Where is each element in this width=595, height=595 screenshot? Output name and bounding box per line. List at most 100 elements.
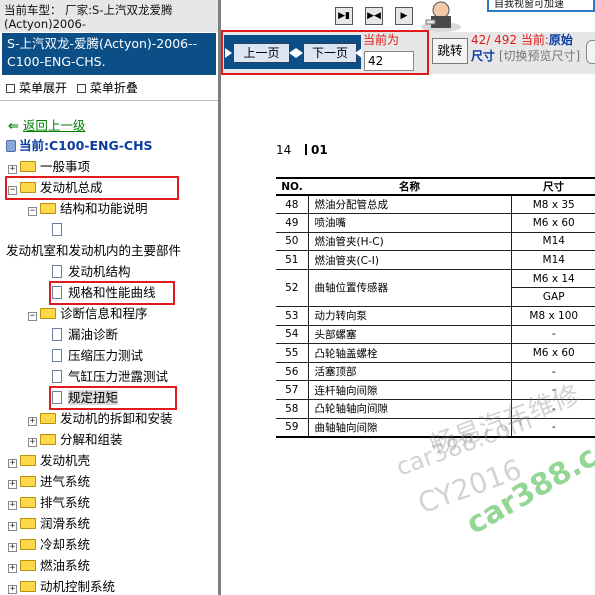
cell-size: M6 x 60: [511, 343, 595, 363]
switch-preview-size-link[interactable]: [切换预览尺寸]: [499, 49, 580, 63]
cell-no: 59: [276, 418, 309, 438]
table-row: 58 凸轮轴轴向间隙 -: [276, 399, 595, 419]
current-node-label: 当前:C100-ENG-CHS: [6, 138, 153, 154]
expand-toggle-icon[interactable]: +: [8, 480, 17, 489]
document-page: 14 01 NO. 名称 尺寸 48 燃油分配管总成 M8 x 35 49 喷油嘴 M6 …: [221, 80, 595, 595]
expand-toggle-icon[interactable]: +: [8, 543, 17, 552]
expand-toggle-icon[interactable]: +: [8, 165, 17, 174]
tree-node-label: 动机控制系统: [40, 579, 116, 594]
tree-node[interactable]: + 发动机的拆卸和安装: [28, 410, 173, 428]
tree-node[interactable]: − 诊断信息和程序: [28, 305, 148, 323]
collapse-menu-button[interactable]: 菜单折叠: [76, 81, 138, 95]
expand-toggle-icon[interactable]: +: [8, 585, 17, 594]
table-row: 57 连杆轴向间隙 -: [276, 380, 595, 401]
folder-icon: [40, 413, 56, 424]
back-link[interactable]: ⇐ 返回上一级: [8, 118, 85, 134]
tree-node[interactable]: + 燃油系统: [8, 557, 90, 575]
table-row: 48 燃油分配管总成 M8 x 35: [276, 195, 595, 215]
tree-node[interactable]: − 结构和功能说明: [28, 200, 148, 218]
column-header-no: NO.: [276, 177, 308, 196]
tree-node[interactable]: 发动机结构: [52, 263, 131, 281]
tree-node[interactable]: + 进气系统: [8, 473, 90, 491]
expand-toggle-icon[interactable]: +: [8, 522, 17, 531]
frame-expand-button[interactable]: ▶◀: [365, 7, 383, 25]
tree-node[interactable]: + 润滑系统: [8, 515, 90, 533]
collapse-toggle-icon[interactable]: −: [28, 312, 37, 321]
torque-spec-table: NO. 名称 尺寸 48 燃油分配管总成 M8 x 35 49 喷油嘴 M6 x 60 50…: [276, 177, 595, 438]
document-icon: [52, 328, 62, 341]
folder-icon: [20, 455, 36, 466]
cell-size: -: [511, 325, 595, 345]
tree-node[interactable]: + 冷却系统: [8, 536, 90, 554]
table-row: 52 曲轴位置传感器 M6 x 14: [276, 269, 595, 308]
highlight-box: [5, 176, 179, 200]
collapse-square-icon: [76, 84, 86, 93]
cell-size: -: [511, 380, 595, 401]
cell-name: 动力转向泵: [308, 306, 512, 326]
expand-square-icon: [6, 84, 15, 93]
model-title-box: S-上汽双龙-爱腾(Actyon)-2006--C100-ENG-CHS.: [2, 33, 216, 75]
tree-node[interactable]: + 发动机壳: [8, 452, 90, 470]
tree-node-label: 发动机的拆卸和安装: [60, 411, 173, 426]
folder-icon: [20, 161, 36, 172]
left-navigation-pane: 当前车型： 厂家:S-上汽双龙爱腾(Actyon)2006- S-上汽双龙-爱腾…: [0, 0, 218, 595]
table-row: 56 活塞顶部 -: [276, 362, 595, 382]
menu-toggle-row: 菜单展开 菜单折叠: [6, 80, 144, 96]
folder-icon: [40, 308, 56, 319]
side-button[interactable]: [586, 40, 595, 64]
expand-toggle-icon[interactable]: +: [8, 459, 17, 468]
database-icon: [6, 140, 16, 152]
original-size-link[interactable]: 原始: [549, 33, 573, 47]
cell-no: 50: [276, 232, 309, 252]
tree-node-label: 排气系统: [40, 495, 91, 510]
current-prefix: 当前:: [520, 33, 549, 47]
expand-toggle-icon[interactable]: +: [28, 438, 37, 447]
page-info: 42/ 492 当前:原始 尺寸 [切换预览尺寸]: [471, 32, 595, 76]
tree-node-label: 发动机室和发动机内的主要部件: [6, 243, 182, 258]
tree-node[interactable]: + 一般事项: [8, 158, 90, 176]
column-header-size: 尺寸: [511, 177, 595, 196]
tree-node[interactable]: 发动机室和发动机内的主要部件: [6, 242, 181, 260]
tree-node[interactable]: + 分解和组装: [28, 431, 123, 449]
cell-size: -: [511, 418, 595, 438]
table-row: 54 头部螺塞 -: [276, 325, 595, 345]
tree-node-label: 发动机壳: [40, 453, 91, 468]
cell-no: 54: [276, 325, 309, 345]
expand-toggle-icon[interactable]: +: [8, 501, 17, 510]
tree-node-label: 分解和组装: [60, 432, 123, 447]
highlight-box: [49, 386, 177, 410]
tree-node-label: 漏油诊断: [68, 327, 119, 342]
collapse-toggle-icon[interactable]: −: [28, 207, 37, 216]
table-row: 51 燃油管夹(C-I) M14: [276, 250, 595, 270]
document-viewer: ▶▮ ▶◀ ▶ 自我视窗可加速 上一页 下一页 当前为 跳转 42/ 492 当…: [221, 0, 595, 595]
tree-node[interactable]: 压缩压力测试: [52, 347, 143, 365]
document-icon: [52, 370, 62, 383]
tree-node[interactable]: + 动机控制系统: [8, 578, 115, 595]
tree-node[interactable]: + 排气系统: [8, 494, 90, 512]
highlight-box: [221, 30, 429, 75]
cell-size: M14: [511, 232, 595, 252]
frame-right-button[interactable]: ▶: [395, 7, 413, 25]
tree-node[interactable]: 漏油诊断: [52, 326, 118, 344]
cell-no: 56: [276, 362, 309, 382]
cell-name: 燃油管夹(C-I): [308, 250, 512, 270]
cell-name: 活塞顶部: [308, 362, 512, 382]
expand-toggle-icon[interactable]: +: [8, 564, 17, 573]
highlight-box: [49, 281, 175, 305]
tree-node-label: 润滑系统: [40, 516, 91, 531]
document-icon: [52, 265, 62, 278]
expand-menu-button[interactable]: 菜单展开: [6, 81, 67, 95]
folder-icon: [40, 434, 56, 445]
tree-node-label: 冷却系统: [40, 537, 91, 552]
jump-button[interactable]: 跳转: [432, 38, 468, 64]
watermark-text: CY2016: [413, 452, 526, 521]
frame-next-button[interactable]: ▶▮: [335, 7, 353, 25]
cell-name: 头部螺塞: [308, 325, 512, 345]
cell-name: 燃油管夹(H-C): [308, 232, 512, 252]
expand-toggle-icon[interactable]: +: [28, 417, 37, 426]
cell-size: M8 x 100: [511, 306, 595, 326]
separator: [0, 100, 218, 101]
tree-node[interactable]: 气缸压力泄露测试: [52, 368, 168, 386]
tree-node[interactable]: [52, 221, 68, 239]
tree-node-label: 诊断信息和程序: [60, 306, 148, 321]
